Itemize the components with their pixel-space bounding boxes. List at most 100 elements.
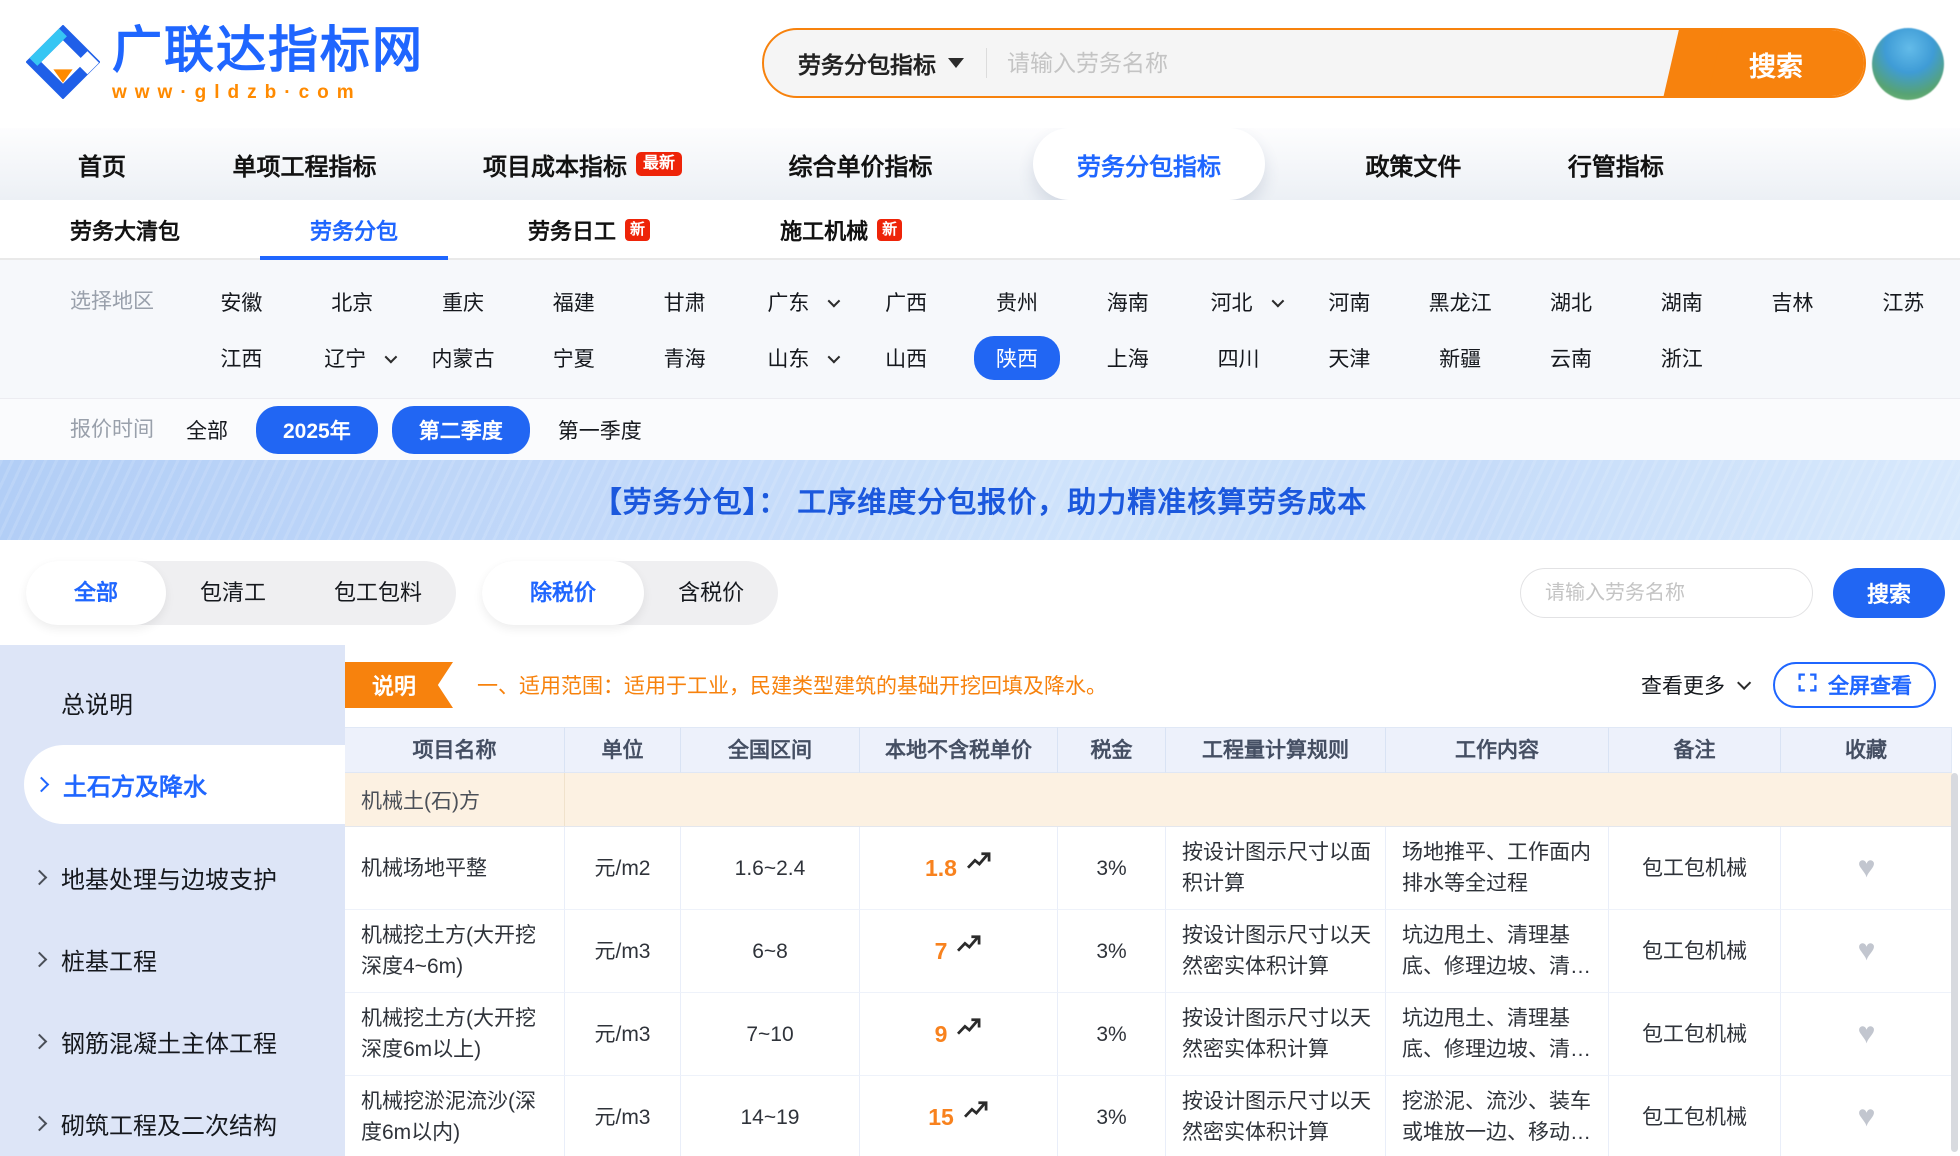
region-option[interactable]: 重庆 bbox=[408, 274, 519, 330]
note-row: 说明 一、适用范围：适用于工业，民建类型建筑的基础开挖回填及降水。 查看更多 全 bbox=[345, 659, 1960, 711]
region-option[interactable]: 福建 bbox=[518, 274, 629, 330]
region-option[interactable]: 湖南 bbox=[1626, 274, 1737, 330]
local-price-cell[interactable]: 7 bbox=[860, 910, 1058, 993]
heart-icon[interactable]: ♥ bbox=[1858, 853, 1876, 883]
region-option[interactable]: 浙江 bbox=[1626, 330, 1737, 386]
scope-filter-option[interactable]: 包工包料 bbox=[300, 561, 456, 625]
main-nav-item[interactable]: 首页 bbox=[72, 128, 132, 200]
sidebar: 总说明 土石方及降水 地基处理与边坡支护 桩基工程 bbox=[0, 645, 345, 1156]
note-tag: 说明 bbox=[345, 662, 453, 708]
chevron-down-icon bbox=[1737, 676, 1751, 690]
logo[interactable]: 广联达指标网 www·gldzb·com bbox=[26, 24, 424, 104]
region-option[interactable]: 海南 bbox=[1072, 274, 1183, 330]
user-avatar[interactable] bbox=[1872, 28, 1944, 100]
sidebar-item[interactable]: 钢筋混凝土主体工程 bbox=[0, 1012, 345, 1070]
sub-nav-item[interactable]: 劳务大清包 bbox=[20, 200, 230, 260]
tax-filter-option[interactable]: 除税价 bbox=[482, 561, 644, 625]
region-option[interactable]: 江苏 bbox=[1848, 274, 1959, 330]
region-option[interactable]: 甘肃 bbox=[629, 274, 740, 330]
sidebar-item[interactable]: 砌筑工程及二次结构 bbox=[0, 1094, 345, 1152]
view-more-button[interactable]: 查看更多 bbox=[1641, 670, 1747, 700]
top-search-button[interactable]: 搜索 bbox=[1687, 29, 1865, 98]
tax-cell: 3% bbox=[1058, 827, 1166, 910]
tax-filter-option[interactable]: 含税价 bbox=[644, 561, 778, 625]
region-option[interactable]: 陕西 bbox=[962, 330, 1073, 386]
main-nav-item[interactable]: 综合单价指标 bbox=[782, 128, 938, 200]
content-panel: 说明 一、适用范围：适用于工业，民建类型建筑的基础开挖回填及降水。 查看更多 全 bbox=[345, 645, 1960, 1156]
labor-search-button[interactable]: 搜索 bbox=[1833, 568, 1945, 618]
search-category-dropdown[interactable]: 劳务分包指标 bbox=[798, 46, 964, 80]
region-option[interactable]: 山东 bbox=[740, 330, 851, 386]
heart-icon[interactable]: ♥ bbox=[1858, 936, 1876, 966]
remark-cell: 包工包机械 bbox=[1609, 827, 1781, 910]
region-option[interactable]: 上海 bbox=[1072, 330, 1183, 386]
main-nav-item[interactable]: 项目成本指标 最新 bbox=[477, 128, 688, 200]
region-option[interactable]: 青海 bbox=[629, 330, 740, 386]
time-option[interactable]: 第二季度 bbox=[392, 406, 530, 454]
site-url: www·gldzb·com bbox=[112, 82, 424, 104]
note-text: 一、适用范围：适用于工业，民建类型建筑的基础开挖回填及降水。 bbox=[477, 670, 1107, 700]
sub-nav-item[interactable]: 施工机械 新 bbox=[730, 200, 952, 260]
time-option[interactable]: 2025年 bbox=[256, 406, 378, 454]
unit-cell: 元/m2 bbox=[565, 827, 681, 910]
region-label: 黑龙江 bbox=[1415, 280, 1506, 324]
table-row: 机械场地平整 元/m2 1.6~2.4 1.8 bbox=[345, 827, 1952, 910]
region-option[interactable]: 湖北 bbox=[1516, 274, 1627, 330]
region-option[interactable]: 天津 bbox=[1294, 330, 1405, 386]
region-option[interactable]: 云南 bbox=[1516, 330, 1627, 386]
region-option[interactable]: 北京 bbox=[297, 274, 408, 330]
region-option[interactable]: 江西 bbox=[186, 330, 297, 386]
national-range-cell: 14~19 bbox=[681, 1076, 860, 1156]
main-nav-label: 首页 bbox=[78, 147, 126, 182]
region-label: 重庆 bbox=[428, 280, 498, 324]
main-nav-label: 行管指标 bbox=[1568, 147, 1664, 182]
main-nav-item[interactable]: 劳务分包指标 bbox=[1033, 128, 1265, 200]
sidebar-item[interactable]: 桩基工程 bbox=[0, 930, 345, 988]
work-content-cell: 场地推平、工作面内排水等全过程 bbox=[1386, 827, 1609, 910]
region-option[interactable]: 宁夏 bbox=[518, 330, 629, 386]
sidebar-item[interactable]: 土石方及降水 bbox=[24, 745, 345, 824]
banner-text: 【劳务分包】： 工序维度分包报价，助力精准核算劳务成本 bbox=[593, 479, 1368, 521]
sub-nav-item[interactable]: 劳务日工 新 bbox=[478, 200, 700, 260]
heart-icon[interactable]: ♥ bbox=[1858, 1019, 1876, 1049]
region-option[interactable]: 河北 bbox=[1183, 274, 1294, 330]
main-nav-item[interactable]: 行管指标 bbox=[1562, 128, 1670, 200]
region-label: 浙江 bbox=[1647, 336, 1717, 380]
region-option[interactable]: 四川 bbox=[1183, 330, 1294, 386]
region-option[interactable]: 山西 bbox=[851, 330, 962, 386]
trend-up-icon bbox=[956, 1015, 982, 1046]
scope-filter-option[interactable]: 包清工 bbox=[166, 561, 300, 625]
region-option[interactable]: 广东 bbox=[740, 274, 851, 330]
region-option[interactable]: 河南 bbox=[1294, 274, 1405, 330]
sub-nav-item[interactable]: 劳务分包 bbox=[260, 200, 448, 260]
fullscreen-button[interactable]: 全屏查看 bbox=[1773, 662, 1936, 708]
time-filter: 报价时间 全部 2025年 第二季度 第一季度 bbox=[0, 398, 1960, 460]
labor-search-input[interactable] bbox=[1520, 568, 1813, 618]
time-option[interactable]: 全部 bbox=[186, 415, 228, 445]
sub-nav-label: 劳务大清包 bbox=[70, 214, 180, 246]
scrollbar[interactable] bbox=[1951, 773, 1958, 1152]
scope-filter-option[interactable]: 全部 bbox=[26, 561, 166, 625]
main-nav-item[interactable]: 政策文件 bbox=[1359, 128, 1467, 200]
region-label: 四川 bbox=[1204, 336, 1274, 380]
main-nav-item[interactable]: 单项工程指标 bbox=[226, 128, 382, 200]
region-option[interactable]: 贵州 bbox=[962, 274, 1073, 330]
local-price-cell[interactable]: 1.8 bbox=[860, 827, 1058, 910]
region-label: 湖北 bbox=[1536, 280, 1606, 324]
main-area: 总说明 土石方及降水 地基处理与边坡支护 桩基工程 bbox=[0, 645, 1960, 1156]
local-price-cell[interactable]: 9 bbox=[860, 993, 1058, 1076]
sidebar-item[interactable]: 总说明 bbox=[0, 673, 345, 731]
region-option[interactable]: 黑龙江 bbox=[1405, 274, 1516, 330]
region-option[interactable]: 内蒙古 bbox=[408, 330, 519, 386]
region-option[interactable]: 新疆 bbox=[1405, 330, 1516, 386]
sidebar-item[interactable]: 地基处理与边坡支护 bbox=[0, 848, 345, 906]
heart-icon[interactable]: ♥ bbox=[1858, 1102, 1876, 1132]
region-option[interactable]: 吉林 bbox=[1737, 274, 1848, 330]
region-label: 山东 bbox=[753, 336, 823, 380]
time-option[interactable]: 第一季度 bbox=[558, 415, 642, 445]
region-option[interactable]: 广西 bbox=[851, 274, 962, 330]
region-option[interactable]: 辽宁 bbox=[297, 330, 408, 386]
region-label: 河南 bbox=[1314, 280, 1384, 324]
local-price-cell[interactable]: 15 bbox=[860, 1076, 1058, 1156]
region-option[interactable]: 安徽 bbox=[186, 274, 297, 330]
